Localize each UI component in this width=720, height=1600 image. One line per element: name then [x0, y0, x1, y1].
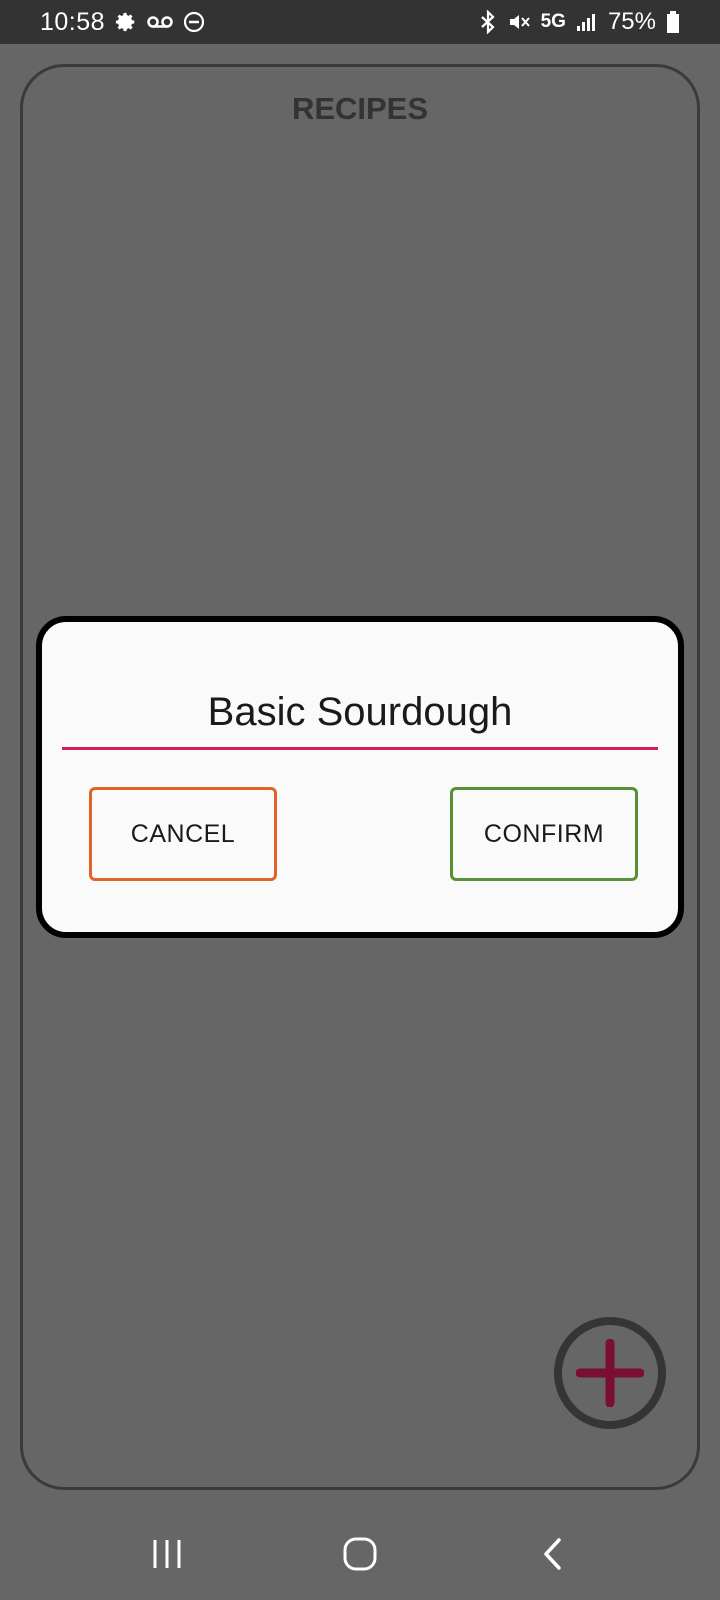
home-icon: [343, 1537, 377, 1571]
status-left: 10:58: [40, 8, 205, 37]
recipe-name-input[interactable]: [62, 678, 658, 750]
page-title: RECIPES: [291, 91, 429, 126]
confirm-button[interactable]: CONFIRM: [450, 787, 638, 881]
back-button[interactable]: [513, 1514, 593, 1594]
do-not-disturb-icon: [183, 11, 205, 33]
battery-percent: 75%: [607, 8, 656, 35]
system-nav-bar: [0, 1508, 720, 1600]
bluetooth-icon: [479, 10, 497, 34]
back-icon: [544, 1538, 562, 1570]
recent-apps-button[interactable]: [127, 1514, 207, 1594]
add-recipe-button[interactable]: [554, 1317, 666, 1429]
recent-apps-icon: [153, 1540, 181, 1568]
status-bar: 10:58 5G 75%: [0, 0, 720, 44]
battery-icon: [666, 10, 680, 34]
plus-icon: [576, 1339, 644, 1407]
cancel-button[interactable]: CANCEL: [89, 787, 277, 881]
mute-icon: [507, 10, 531, 34]
voicemail-icon: [147, 14, 173, 30]
status-right: 5G 75%: [479, 8, 680, 36]
home-button[interactable]: [320, 1514, 400, 1594]
gear-icon: [115, 11, 137, 33]
recipe-name-dialog: CANCEL CONFIRM: [36, 616, 684, 938]
status-time: 10:58: [40, 7, 106, 36]
signal-icon: [576, 12, 598, 32]
network-type: 5G: [540, 11, 566, 32]
